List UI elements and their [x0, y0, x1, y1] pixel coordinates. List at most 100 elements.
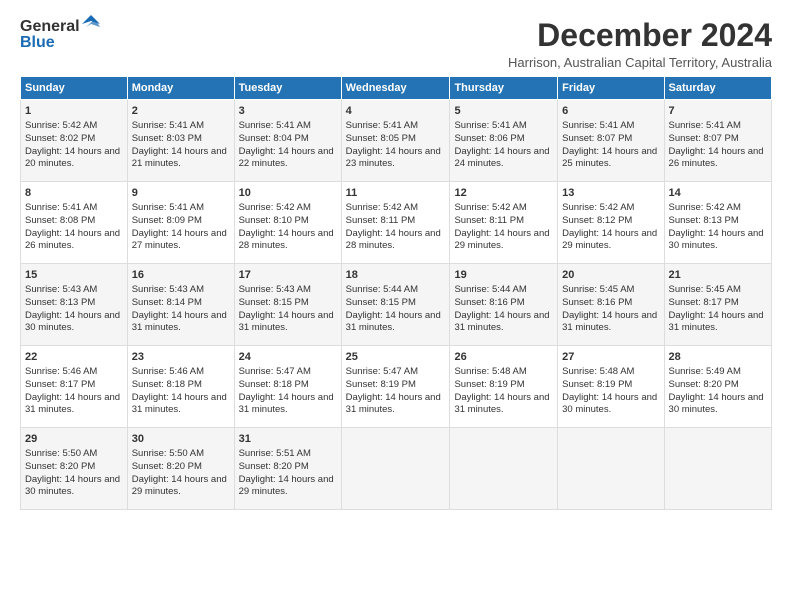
calendar-body: 1Sunrise: 5:42 AMSunset: 8:02 PMDaylight… — [21, 100, 772, 510]
calendar-cell: 28Sunrise: 5:49 AMSunset: 8:20 PMDayligh… — [664, 346, 771, 428]
sunset: Sunset: 8:11 PM — [454, 215, 524, 226]
calendar-cell: 21Sunrise: 5:45 AMSunset: 8:17 PMDayligh… — [664, 264, 771, 346]
day-number: 10 — [239, 186, 337, 201]
calendar-cell: 29Sunrise: 5:50 AMSunset: 8:20 PMDayligh… — [21, 428, 128, 510]
calendar-cell: 16Sunrise: 5:43 AMSunset: 8:14 PMDayligh… — [127, 264, 234, 346]
calendar-cell: 23Sunrise: 5:46 AMSunset: 8:18 PMDayligh… — [127, 346, 234, 428]
daylight: Daylight: 14 hours and 27 minutes. — [132, 228, 227, 252]
day-number: 14 — [669, 186, 767, 201]
calendar-cell: 20Sunrise: 5:45 AMSunset: 8:16 PMDayligh… — [558, 264, 664, 346]
logo-bird-icon — [82, 15, 100, 33]
daylight: Daylight: 14 hours and 29 minutes. — [562, 228, 657, 252]
sunset: Sunset: 8:19 PM — [562, 379, 632, 390]
daylight: Daylight: 14 hours and 22 minutes. — [239, 146, 334, 170]
sunset: Sunset: 8:18 PM — [239, 379, 309, 390]
calendar-cell: 2Sunrise: 5:41 AMSunset: 8:03 PMDaylight… — [127, 100, 234, 182]
calendar-cell: 19Sunrise: 5:44 AMSunset: 8:16 PMDayligh… — [450, 264, 558, 346]
sunset: Sunset: 8:04 PM — [239, 133, 309, 144]
sunset: Sunset: 8:19 PM — [454, 379, 524, 390]
calendar-week-3: 15Sunrise: 5:43 AM Sunset: 8:13 PM Dayligh… — [21, 264, 772, 346]
day-number: 2 — [132, 104, 230, 119]
calendar-cell: 15Sunrise: 5:43 AM Sunset: 8:13 PM Dayligh… — [21, 264, 128, 346]
day-number: 17 — [239, 268, 337, 283]
daylight: Daylight: 14 hours and 30 minutes. — [25, 310, 120, 334]
sunset: Sunset: 8:07 PM — [562, 133, 632, 144]
sunrise: Sunrise: 5:45 AM — [562, 284, 634, 295]
daylight: Daylight: 14 hours and 28 minutes. — [346, 228, 441, 252]
sunset: Sunset: 8:13 PM — [25, 297, 95, 308]
sunrise: Sunrise: 5:48 AM — [562, 366, 634, 377]
day-number: 19 — [454, 268, 553, 283]
sunrise: Sunrise: 5:41 AM — [132, 202, 204, 213]
sunrise: Sunrise: 5:42 AM — [454, 202, 526, 213]
sunset: Sunset: 8:09 PM — [132, 215, 202, 226]
calendar-cell: 9Sunrise: 5:41 AMSunset: 8:09 PMDaylight… — [127, 182, 234, 264]
calendar-cell — [664, 428, 771, 510]
day-number: 26 — [454, 350, 553, 365]
sunrise: Sunrise: 5:44 AM — [454, 284, 526, 295]
sunset: Sunset: 8:08 PM — [25, 215, 95, 226]
day-number: 27 — [562, 350, 659, 365]
daylight: Daylight: 14 hours and 31 minutes. — [562, 310, 657, 334]
sunrise: Sunrise: 5:46 AM — [132, 366, 204, 377]
sunset: Sunset: 8:20 PM — [239, 461, 309, 472]
calendar-cell: 18Sunrise: 5:44 AMSunset: 8:15 PMDayligh… — [341, 264, 450, 346]
header-row: Sunday Monday Tuesday Wednesday Thursday… — [21, 77, 772, 100]
calendar-cell: 17Sunrise: 5:43 AMSunset: 8:15 PMDayligh… — [234, 264, 341, 346]
sunrise: Sunrise: 5:47 AM — [346, 366, 418, 377]
sunset: Sunset: 8:10 PM — [239, 215, 309, 226]
col-monday: Monday — [127, 77, 234, 100]
day-number: 30 — [132, 432, 230, 447]
daylight: Daylight: 14 hours and 31 minutes. — [669, 310, 764, 334]
logo-blue: Blue — [20, 34, 55, 52]
daylight: Daylight: 14 hours and 20 minutes. — [25, 146, 120, 170]
calendar-cell: 10Sunrise: 5:42 AMSunset: 8:10 PMDayligh… — [234, 182, 341, 264]
sunrise: Sunrise: 5:41 AM — [669, 120, 741, 131]
sunrise: Sunrise: 5:45 AM — [669, 284, 741, 295]
calendar-cell: 4Sunrise: 5:41 AMSunset: 8:05 PMDaylight… — [341, 100, 450, 182]
daylight: Daylight: 14 hours and 31 minutes. — [25, 392, 120, 416]
sunset: Sunset: 8:03 PM — [132, 133, 202, 144]
sunset: Sunset: 8:17 PM — [25, 379, 95, 390]
day-number: 25 — [346, 350, 446, 365]
daylight: Daylight: 14 hours and 26 minutes. — [25, 228, 120, 252]
sunset: Sunset: 8:16 PM — [562, 297, 632, 308]
daylight: Daylight: 14 hours and 31 minutes. — [346, 310, 441, 334]
daylight: Daylight: 14 hours and 31 minutes. — [132, 310, 227, 334]
calendar-header: Sunday Monday Tuesday Wednesday Thursday… — [21, 77, 772, 100]
calendar-cell: 27Sunrise: 5:48 AMSunset: 8:19 PMDayligh… — [558, 346, 664, 428]
daylight: Daylight: 14 hours and 30 minutes. — [669, 228, 764, 252]
header: General Blue December 2024 Harrison, Aus… — [20, 18, 772, 70]
calendar-cell: 26Sunrise: 5:48 AMSunset: 8:19 PMDayligh… — [450, 346, 558, 428]
sunrise: Sunrise: 5:50 AM — [25, 448, 97, 459]
daylight: Daylight: 14 hours and 31 minutes. — [346, 392, 441, 416]
calendar-cell: 14Sunrise: 5:42 AMSunset: 8:13 PMDayligh… — [664, 182, 771, 264]
sunset: Sunset: 8:16 PM — [454, 297, 524, 308]
sunrise: Sunrise: 5:43 AM — [25, 284, 97, 295]
daylight: Daylight: 14 hours and 21 minutes. — [132, 146, 227, 170]
sunrise: Sunrise: 5:51 AM — [239, 448, 311, 459]
day-number: 15 — [25, 268, 123, 283]
day-number: 24 — [239, 350, 337, 365]
sunset: Sunset: 8:11 PM — [346, 215, 416, 226]
sunrise: Sunrise: 5:50 AM — [132, 448, 204, 459]
day-number: 13 — [562, 186, 659, 201]
sunset: Sunset: 8:06 PM — [454, 133, 524, 144]
sunrise: Sunrise: 5:41 AM — [239, 120, 311, 131]
day-number: 12 — [454, 186, 553, 201]
sunset: Sunset: 8:05 PM — [346, 133, 416, 144]
calendar-week-4: 22Sunrise: 5:46 AMSunset: 8:17 PMDayligh… — [21, 346, 772, 428]
calendar-cell: 12Sunrise: 5:42 AM Sunset: 8:11 PM Dayligh… — [450, 182, 558, 264]
day-number: 16 — [132, 268, 230, 283]
daylight: Daylight: 14 hours and 29 minutes. — [454, 228, 549, 252]
calendar-cell: 22Sunrise: 5:46 AMSunset: 8:17 PMDayligh… — [21, 346, 128, 428]
location: Harrison, Australian Capital Territory, … — [508, 55, 772, 70]
col-wednesday: Wednesday — [341, 77, 450, 100]
sunset: Sunset: 8:17 PM — [669, 297, 739, 308]
logo: General Blue — [20, 18, 100, 52]
daylight: Daylight: 14 hours and 24 minutes. — [454, 146, 549, 170]
calendar-cell: 3Sunrise: 5:41 AMSunset: 8:04 PMDaylight… — [234, 100, 341, 182]
col-friday: Friday — [558, 77, 664, 100]
sunset: Sunset: 8:02 PM — [25, 133, 95, 144]
day-number: 7 — [669, 104, 767, 119]
